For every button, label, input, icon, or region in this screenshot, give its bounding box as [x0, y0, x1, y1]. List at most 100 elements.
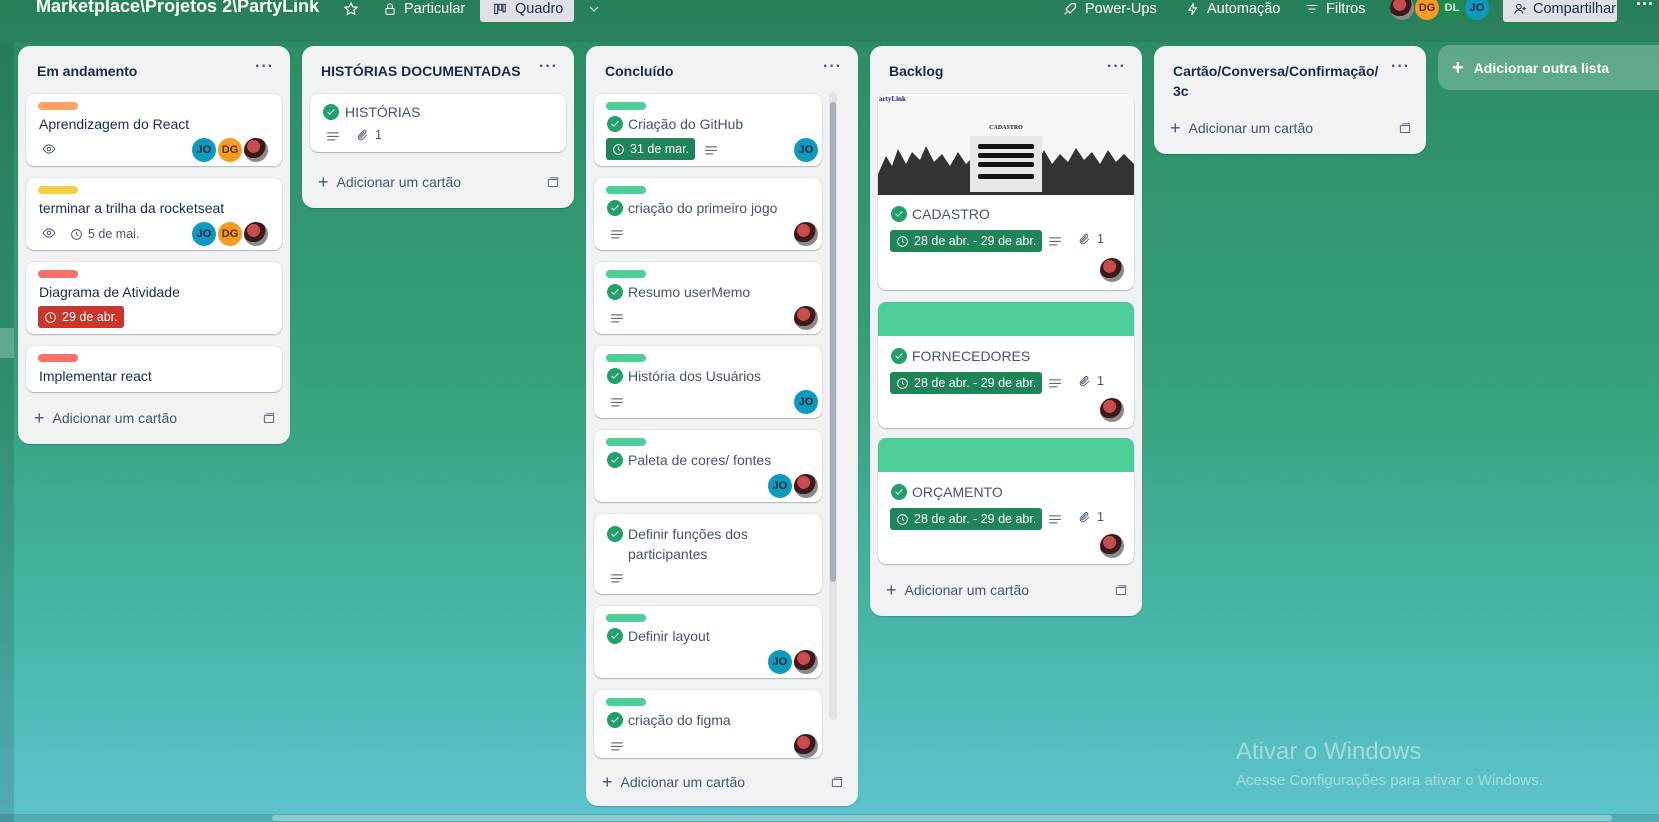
avatar-jo[interactable]: JO [794, 390, 818, 414]
avatar[interactable] [1100, 398, 1124, 422]
avatar-jo[interactable]: JO [1465, 0, 1489, 20]
avatar[interactable] [794, 734, 818, 758]
avatar[interactable] [1100, 534, 1124, 558]
card[interactable]: ORÇAMENTO 28 de abr. - 29 de abr. 1 [878, 438, 1134, 564]
label-green[interactable] [606, 186, 646, 194]
complete-check-icon[interactable] [891, 206, 907, 222]
complete-check-icon[interactable] [607, 284, 623, 300]
board-title[interactable]: Marketplace\Projetos 2\PartyLink [36, 0, 319, 17]
powerups-button[interactable]: Power-Ups [1062, 0, 1157, 22]
avatar[interactable] [244, 138, 268, 162]
list-title[interactable]: Backlog [889, 61, 943, 81]
complete-check-icon[interactable] [607, 628, 623, 644]
due-date-badge[interactable]: 31 de mar. [606, 138, 696, 160]
board-view-button[interactable]: Quadro [480, 0, 574, 22]
complete-check-icon[interactable] [323, 104, 339, 120]
avatar-jo[interactable]: JO [768, 474, 792, 498]
avatar-dl[interactable]: DL [1440, 0, 1464, 20]
add-card-button[interactable]: + Adicionar um cartão [34, 409, 177, 427]
share-button[interactable]: Compartilhar [1503, 0, 1617, 22]
avatar[interactable] [794, 306, 818, 330]
card[interactable]: Paleta de cores/ fontes JO [594, 430, 822, 502]
list-scrollbar[interactable] [829, 92, 837, 720]
avatar-jo[interactable]: JO [768, 650, 792, 674]
complete-check-icon[interactable] [607, 712, 623, 728]
label-red[interactable] [38, 354, 78, 362]
card[interactable]: Aprendizagem do React JO DG [26, 94, 282, 166]
automation-button[interactable]: Automação [1186, 0, 1280, 22]
avatar-jo[interactable]: JO [794, 138, 818, 162]
board-horizontal-scrollbar[interactable] [0, 814, 1659, 822]
label-green[interactable] [606, 270, 646, 278]
view-switcher-button[interactable] [586, 0, 602, 22]
list-menu-icon[interactable]: ··· [1391, 58, 1410, 76]
card[interactable]: FORNECEDORES 28 de abr. - 29 de abr. 1 [878, 302, 1134, 428]
avatar[interactable] [1100, 258, 1124, 282]
label-green[interactable] [606, 354, 646, 362]
card[interactable]: Resumo userMemo [594, 262, 822, 334]
card[interactable]: Diagrama de Atividade 29 de abr. [26, 262, 282, 334]
card[interactable]: Definir funções dos participantes [594, 514, 822, 594]
card[interactable]: terminar a trilha da rocketseat 5 de mai… [26, 178, 282, 250]
list-menu-icon[interactable]: ··· [823, 58, 842, 76]
avatar[interactable] [1390, 0, 1414, 20]
complete-check-icon[interactable] [607, 116, 623, 132]
complete-check-icon[interactable] [607, 452, 623, 468]
card[interactable]: criação do figma [594, 690, 822, 758]
sidebar-tab[interactable] [0, 328, 14, 358]
card[interactable]: História dos Usuários JO [594, 346, 822, 418]
filters-button[interactable]: Filtros [1305, 0, 1365, 22]
complete-check-icon[interactable] [891, 484, 907, 500]
list-title[interactable]: Concluído [605, 61, 673, 81]
due-date-badge[interactable]: 28 de abr. - 29 de abr. [890, 508, 1043, 530]
avatar-jo[interactable]: JO [192, 138, 216, 162]
list-menu-icon[interactable]: ··· [539, 58, 558, 76]
add-card-button[interactable]: + Adicionar um cartão [886, 581, 1029, 599]
avatar[interactable] [794, 222, 818, 246]
star-button[interactable] [343, 0, 359, 22]
label-green[interactable] [606, 438, 646, 446]
list-menu-icon[interactable]: ··· [1107, 58, 1126, 76]
due-date-badge[interactable]: 28 de abr. - 29 de abr. [890, 372, 1043, 394]
avatar-jo[interactable]: JO [192, 222, 216, 246]
card[interactable]: Implementar react [26, 346, 282, 392]
card[interactable]: artyLink CADASTRO CADASTRO 28 de abr. - … [878, 94, 1134, 290]
scrollbar-thumb[interactable] [830, 102, 836, 582]
avatar-dg[interactable]: DG [1415, 0, 1439, 20]
card[interactable]: criação do primeiro jogo [594, 178, 822, 250]
add-list-button[interactable]: + Adicionar outra lista [1438, 45, 1659, 90]
visibility-button[interactable]: Particular [383, 0, 465, 22]
avatar[interactable] [244, 222, 268, 246]
label-green[interactable] [606, 698, 646, 706]
label-orange[interactable] [38, 102, 78, 110]
avatar[interactable] [794, 474, 818, 498]
card[interactable]: Definir layout JO [594, 606, 822, 678]
label-green[interactable] [606, 614, 646, 622]
due-date-badge[interactable]: 28 de abr. - 29 de abr. [890, 230, 1043, 252]
card-template-icon[interactable] [546, 176, 560, 195]
list-menu-icon[interactable]: ··· [255, 58, 274, 76]
add-card-button[interactable]: + Adicionar um cartão [1170, 119, 1313, 137]
complete-check-icon[interactable] [607, 200, 623, 216]
add-card-button[interactable]: + Adicionar um cartão [602, 773, 745, 791]
list-title[interactable]: Em andamento [37, 61, 137, 81]
list-title[interactable]: Cartão/Conversa/Confirmação/ 3c [1173, 61, 1383, 101]
scrollbar-thumb[interactable] [272, 815, 1612, 821]
complete-check-icon[interactable] [607, 526, 623, 542]
card[interactable]: Criação do GitHub 31 de mar. JO [594, 94, 822, 166]
add-card-button[interactable]: + Adicionar um cartão [318, 173, 461, 191]
label-green[interactable] [606, 102, 646, 110]
card-template-icon[interactable] [1398, 122, 1412, 141]
more-options-icon[interactable]: ··· [1636, 0, 1654, 15]
avatar-dg[interactable]: DG [218, 138, 242, 162]
card[interactable]: HISTÓRIAS 1 [310, 94, 566, 152]
avatar-dg[interactable]: DG [218, 222, 242, 246]
card-template-icon[interactable] [1114, 584, 1128, 603]
card-template-icon[interactable] [830, 776, 844, 795]
card-template-icon[interactable] [262, 412, 276, 431]
due-date-badge[interactable]: 29 de abr. [38, 306, 124, 328]
complete-check-icon[interactable] [891, 348, 907, 364]
label-yellow[interactable] [38, 186, 78, 194]
due-date-badge[interactable]: 5 de mai. [70, 223, 139, 245]
avatar[interactable] [794, 650, 818, 674]
